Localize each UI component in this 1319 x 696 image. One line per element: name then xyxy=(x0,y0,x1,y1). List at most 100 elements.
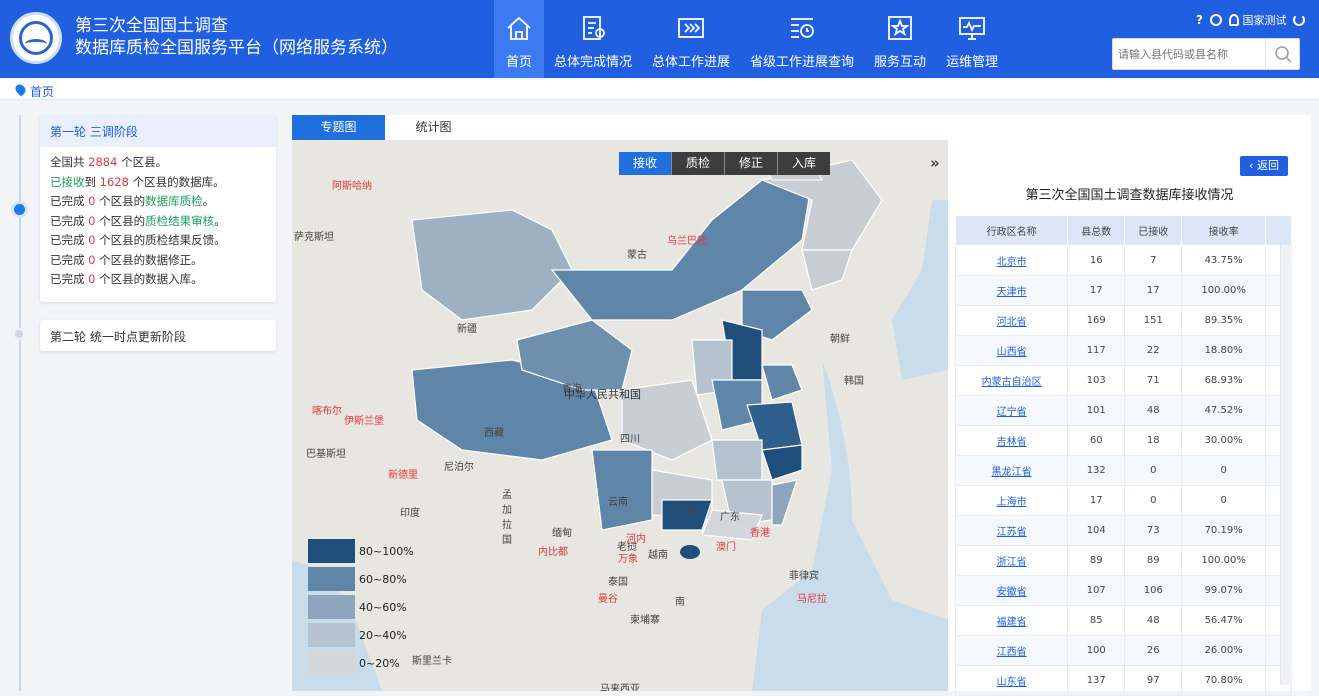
search-button[interactable] xyxy=(1265,39,1299,69)
table-row[interactable]: 内蒙古自治区 103 71 68.93% xyxy=(954,365,1292,396)
legend-label: 60~80% xyxy=(359,573,407,586)
map-label-hongkong: 香港 xyxy=(750,528,770,539)
cell-region[interactable]: 上海市 xyxy=(954,485,1069,516)
legend-item[interactable]: 20~40% xyxy=(308,623,428,651)
map-label-bangladesh: 孟加拉国 xyxy=(502,490,512,546)
nav-overall-progress-label: 总体工作进展 xyxy=(652,55,731,70)
map-label-mongolia: 蒙古 xyxy=(627,250,647,261)
map-label-ashgabat: 阿斯哈纳 xyxy=(332,181,372,192)
map-label-guangxi: 广西 xyxy=(677,506,697,517)
legend-item[interactable]: 60~80% xyxy=(308,567,428,595)
cell-region[interactable]: 黑龙江省 xyxy=(954,455,1069,486)
cell-region[interactable]: 吉林省 xyxy=(954,425,1069,456)
nav-service-interaction-label: 服务互动 xyxy=(874,55,927,70)
col-spacer xyxy=(1265,215,1292,246)
map-label-nepal: 尼泊尔 xyxy=(444,462,474,473)
table-row[interactable]: 黑龙江省 132 0 0 xyxy=(954,455,1292,486)
tab-statistics-chart[interactable]: 统计图 xyxy=(387,115,480,140)
tab-thematic-map[interactable]: 专题图 xyxy=(292,115,385,140)
mode-inspect[interactable]: 质检 xyxy=(672,152,726,175)
cell-received: 26 xyxy=(1124,635,1183,666)
nav-service-interaction[interactable]: 服务互动 xyxy=(864,0,936,78)
nav-home[interactable]: 首页 xyxy=(494,0,544,78)
cell-county-total: 101 xyxy=(1067,395,1126,426)
nav-province-progress[interactable]: 省级工作进展查询 xyxy=(740,0,864,78)
nav-overall-completion[interactable]: 总体完成情况 xyxy=(544,0,642,78)
map-label-sea: 南 xyxy=(675,597,685,608)
mode-storage[interactable]: 入库 xyxy=(778,152,830,175)
col-county-total[interactable]: 县总数 xyxy=(1067,215,1126,246)
nav-ops-management[interactable]: 运维管理 xyxy=(936,0,1008,78)
nav-overall-progress[interactable]: 总体工作进展 xyxy=(642,0,740,78)
collapse-panel-icon[interactable]: » xyxy=(930,154,940,172)
table-row[interactable]: 山东省 137 97 70.80% xyxy=(954,665,1292,696)
cell-received: 0 xyxy=(1124,455,1183,486)
legend-item[interactable]: 80~100% xyxy=(308,539,428,567)
cell-receive-rate: 26.00% xyxy=(1181,635,1266,666)
help-icon[interactable]: ? xyxy=(1196,13,1203,27)
table-row[interactable]: 安徽省 107 106 99.07% xyxy=(954,575,1292,606)
map-label-yunnan: 云南 xyxy=(608,497,628,508)
timeline-dot-active[interactable] xyxy=(11,201,28,218)
settings-icon[interactable] xyxy=(1210,14,1223,26)
table-row[interactable]: 天津市 17 17 100.00% xyxy=(954,275,1292,306)
cell-region[interactable]: 福建省 xyxy=(954,605,1069,636)
table-row[interactable]: 上海市 17 0 0 xyxy=(954,485,1292,516)
table-row[interactable]: 辽宁省 101 48 47.52% xyxy=(954,395,1292,426)
map-label-ulaanbaatar: 乌兰巴托 xyxy=(667,236,707,247)
col-region[interactable]: 行政区名称 xyxy=(954,215,1069,246)
cell-receive-rate: 99.07% xyxy=(1181,575,1266,606)
cell-receive-rate: 100.00% xyxy=(1181,275,1266,306)
col-receive-rate[interactable]: 接收率 xyxy=(1181,215,1266,246)
map-label-islamabad: 伊斯兰堡 xyxy=(344,416,384,427)
map-label-cambodia: 柬埔寨 xyxy=(630,615,660,626)
cell-region[interactable]: 天津市 xyxy=(954,275,1069,306)
cell-region[interactable]: 北京市 xyxy=(954,245,1069,276)
map-label-myanmar: 缅甸 xyxy=(552,528,572,539)
cell-region[interactable]: 安徽省 xyxy=(954,575,1069,606)
table-scrollbar[interactable] xyxy=(1280,245,1292,685)
cell-region[interactable]: 江苏省 xyxy=(954,515,1069,546)
power-icon[interactable] xyxy=(1292,14,1305,26)
cell-region[interactable]: 山东省 xyxy=(954,665,1069,696)
cell-county-total: 17 xyxy=(1067,485,1126,516)
app-title-line2: 数据库质检全国服务平台（网络服务系统） xyxy=(75,38,398,58)
cell-county-total: 85 xyxy=(1067,605,1126,636)
cell-receive-rate: 100.00% xyxy=(1181,545,1266,576)
back-button[interactable]: ‹ 返回 xyxy=(1240,156,1288,176)
timeline-dot-inactive[interactable] xyxy=(13,328,25,340)
table-row[interactable]: 吉林省 60 18 30.00% xyxy=(954,425,1292,456)
cell-region[interactable]: 河北省 xyxy=(954,305,1069,336)
map-label-kabul: 喀布尔 xyxy=(312,406,342,417)
table-row[interactable]: 福建省 85 48 56.47% xyxy=(954,605,1292,636)
user-icon[interactable] xyxy=(1228,14,1239,26)
table-row[interactable]: 山西省 117 22 18.80% xyxy=(954,335,1292,366)
cell-received: 97 xyxy=(1124,665,1183,696)
col-received[interactable]: 已接收 xyxy=(1124,215,1183,246)
stage1-line2: 已接收到 1628 个区县的数据库。 xyxy=(50,174,225,189)
table-row[interactable]: 江苏省 104 73 70.19% xyxy=(954,515,1292,546)
stage2-card[interactable]: 第二轮 统一时点更新阶段 xyxy=(40,320,276,351)
table-row[interactable]: 江西省 100 26 26.00% xyxy=(954,635,1292,666)
cell-region[interactable]: 浙江省 xyxy=(954,545,1069,576)
cell-region[interactable]: 内蒙古自治区 xyxy=(954,365,1069,396)
mode-correct[interactable]: 修正 xyxy=(725,152,779,175)
thematic-map[interactable]: 接收 质检 修正 入库 » 阿斯哈纳 萨克斯坦 乌兰巴托 蒙古 新疆 青海 中华… xyxy=(292,140,948,691)
cell-region[interactable]: 辽宁省 xyxy=(954,395,1069,426)
cell-region[interactable]: 江西省 xyxy=(954,635,1069,666)
stage1-line4: 已完成 0 个区县的质检结果审核。 xyxy=(50,213,226,228)
mode-receive[interactable]: 接收 xyxy=(619,152,673,175)
legend-item[interactable]: 40~60% xyxy=(308,595,428,623)
table-row[interactable]: 河北省 169 151 89.35% xyxy=(954,305,1292,336)
search-input[interactable] xyxy=(1113,39,1263,69)
username[interactable]: 国家测试 xyxy=(1242,14,1286,27)
stage1-card[interactable]: 第一轮 三调阶段 全国共 2884 个区县。 已接收到 1628 个区县的数据库… xyxy=(40,115,276,302)
table-row[interactable]: 北京市 16 7 43.75% xyxy=(954,245,1292,276)
breadcrumb-home[interactable]: 首页 xyxy=(30,83,54,100)
table-row[interactable]: 浙江省 89 89 100.00% xyxy=(954,545,1292,576)
cell-receive-rate: 30.00% xyxy=(1181,425,1266,456)
legend-item[interactable]: 0~20% xyxy=(308,651,428,679)
cell-region[interactable]: 山西省 xyxy=(954,335,1069,366)
cell-county-total: 60 xyxy=(1067,425,1126,456)
location-pin-icon xyxy=(13,82,28,97)
